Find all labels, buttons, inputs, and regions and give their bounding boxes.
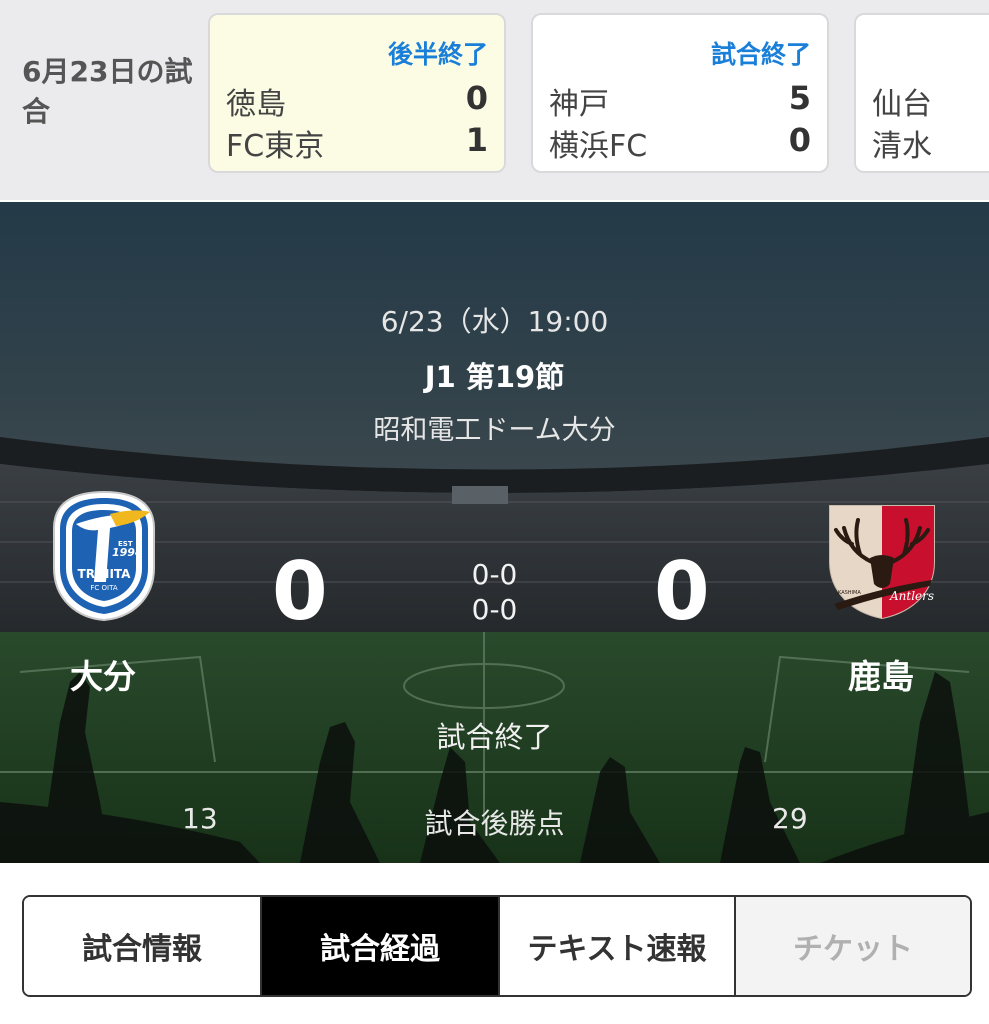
match-ticker: 6月23日の試合 後半終了 徳島 0 FC東京 1 試合終了 神戸 5 横浜FC… (0, 0, 989, 200)
away-team-name[interactable]: 鹿島 (848, 650, 914, 698)
card-status: 試合終了 (710, 40, 811, 69)
ticker-card-tokushima-fctokyo[interactable]: 後半終了 徳島 0 FC東京 1 (208, 13, 506, 173)
ticker-card-sendai-shimizu[interactable]: 仙台 清水 (854, 13, 989, 173)
match-datetime: 6/23（水）19:00 (380, 305, 609, 338)
home-team-name[interactable]: 大分 (70, 650, 136, 698)
card-home-team: 仙台 (872, 87, 932, 122)
card-away-team: 横浜FC (549, 129, 648, 164)
card-away-team: FC東京 (226, 129, 325, 164)
card-home-score: 0 (465, 79, 488, 117)
card-away-team: 清水 (872, 129, 932, 164)
away-points: 29 (772, 802, 808, 835)
match-venue[interactable]: 昭和電工ドーム大分 (0, 408, 989, 447)
ticker-card-kobe-yokohamafc[interactable]: 試合終了 神戸 5 横浜FC 0 (531, 13, 829, 173)
card-home-score: 5 (788, 79, 811, 117)
card-status: 後半終了 (387, 40, 488, 69)
ticker-date-label: 6月23日の試合 (22, 55, 193, 128)
second-half-score: 0-0 (471, 593, 518, 626)
match-header: 6/23（水）19:00 J1 第19節 昭和電工ドーム大分 EST 1994 … (0, 202, 989, 863)
card-away-score: 0 (788, 121, 811, 159)
card-home-team: 徳島 (226, 87, 286, 122)
points-label: 試合後勝点 (424, 807, 565, 840)
match-status: 試合終了 (436, 720, 553, 754)
tab-match-info[interactable]: 試合情報 (24, 897, 262, 995)
first-half-score: 0-0 (471, 558, 518, 591)
tab-text-live[interactable]: テキスト速報 (500, 897, 736, 995)
tab-match-progress[interactable]: 試合経過 (262, 897, 500, 995)
match-tabs: 試合情報 試合経過 テキスト速報 チケット (22, 895, 972, 997)
card-home-team: 神戸 (549, 87, 609, 122)
tab-tickets: チケット (736, 897, 970, 995)
card-away-score: 1 (465, 121, 488, 159)
match-round: J1 第19節 (424, 360, 565, 394)
